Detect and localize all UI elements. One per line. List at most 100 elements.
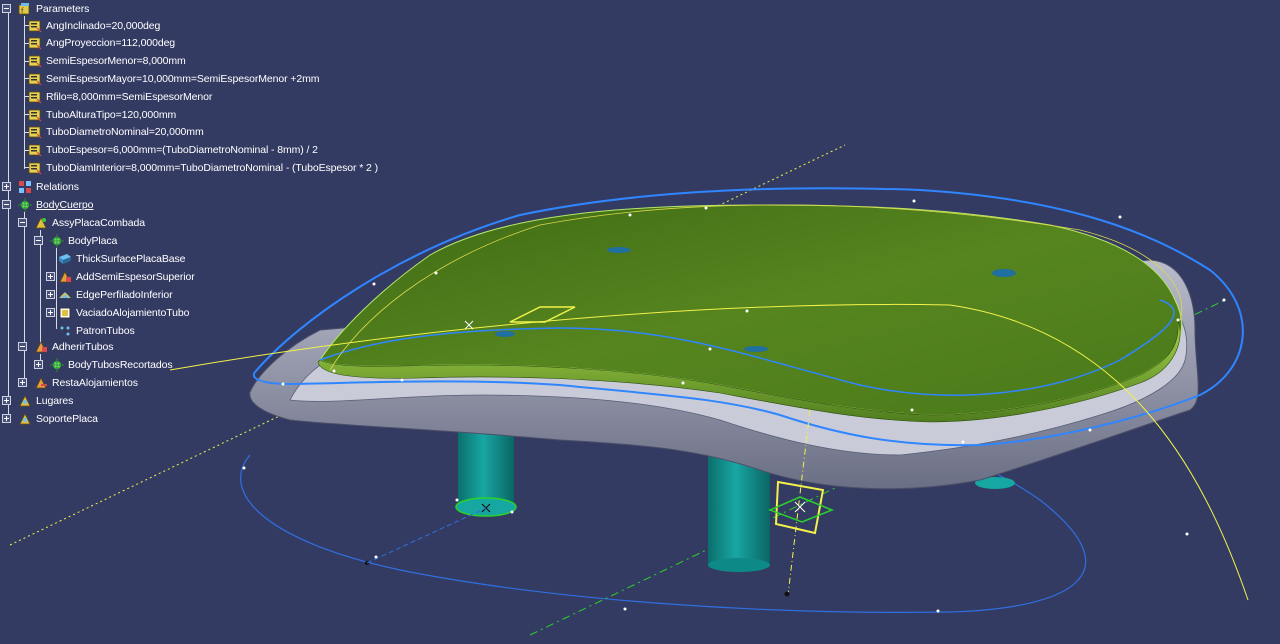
collapse-icon[interactable] (18, 218, 27, 227)
tree-label-assyplacacombada: AssyPlacaCombada (52, 216, 145, 229)
edge-fillet-icon (59, 291, 71, 298)
tree-node-soporte[interactable]: SoportePlaca (2, 410, 99, 427)
thick-surface-icon (59, 253, 71, 264)
expand-icon[interactable] (18, 378, 27, 387)
tree-label-parameter: TuboDiametroNominal=20,000mm (46, 126, 204, 139)
expand-icon[interactable] (2, 414, 11, 423)
tree-label-parameter: AngInclinado=20,000deg (46, 19, 161, 32)
tree-node-patron[interactable]: PatronTubos (58, 322, 136, 339)
tree-label-relations: Relations (36, 180, 79, 193)
tree-label-bodycuerpo: BodyCuerpo (36, 198, 94, 211)
tree-node-thicksurface[interactable]: ThickSurfacePlacaBase (58, 250, 186, 267)
add-icon (59, 270, 71, 282)
specification-tree: f Parameters Relations BodyCuerpo AssyPl… (0, 0, 420, 430)
hole-4[interactable] (495, 331, 515, 337)
tree-node-bodyplaca[interactable]: BodyPlaca (34, 232, 118, 249)
tree-node-parameter[interactable]: SemiEspesorMayor=10,000mm=SemiEspesorMen… (24, 70, 320, 87)
tree-node-parameter[interactable]: Rfilo=8,000mm=SemiEspesorMenor (24, 88, 213, 105)
expand-icon[interactable] (2, 182, 11, 191)
tree-label-parameter: TuboDiamInterior=8,000mm=TuboDiametroNom… (46, 161, 378, 174)
expand-icon[interactable] (46, 290, 55, 299)
tree-line-tick (24, 25, 29, 26)
geometrical-set-icon (19, 412, 31, 424)
tree-node-edgeperfilado[interactable]: EdgePerfiladoInferior (46, 286, 174, 303)
tree-label-addsemi: AddSemiEspesorSuperior (76, 270, 195, 283)
geometrical-set-icon (19, 394, 31, 406)
tree-label-parameter: Rfilo=8,000mm=SemiEspesorMenor (46, 90, 213, 103)
expand-icon[interactable] (34, 360, 43, 369)
expand-icon[interactable] (46, 308, 55, 317)
tree-line-tick (24, 60, 29, 62)
tree-line-tick (24, 42, 29, 44)
body-icon (50, 357, 64, 372)
tree-line-tick (24, 149, 29, 151)
tree-node-parameters[interactable]: f Parameters (2, 0, 90, 17)
parameter-icon (28, 91, 42, 104)
collapse-icon[interactable] (34, 236, 43, 245)
tree-label-soporte: SoportePlaca (36, 412, 98, 425)
tree-label-patron: PatronTubos (76, 324, 135, 337)
tree-line-tick (24, 96, 29, 98)
add-icon (35, 340, 47, 352)
tree-label-thicksurface: ThickSurfacePlacaBase (76, 252, 186, 265)
collapse-icon[interactable] (18, 342, 27, 351)
tree-node-parameter[interactable]: TuboEspesor=6,000mm=(TuboDiametroNominal… (24, 142, 319, 159)
tree-label-vaciado: VaciadoAlojamientoTubo (76, 306, 190, 319)
hole-3[interactable] (744, 346, 768, 352)
parameter-icon (28, 73, 42, 86)
tree-node-assyplacacombada[interactable]: AssyPlacaCombada (18, 214, 146, 231)
tree-node-vaciado[interactable]: VaciadoAlojamientoTubo (46, 304, 190, 321)
parameter-icon (28, 109, 42, 121)
tree-line-tick (24, 114, 29, 115)
pattern-icon (59, 325, 71, 336)
hole-2[interactable] (992, 269, 1016, 277)
axis-line-blue (366, 507, 487, 564)
collapse-icon[interactable] (2, 200, 11, 209)
parameter-icon (28, 162, 42, 175)
tree-node-relations[interactable]: Relations (2, 178, 80, 195)
tree-line-body (24, 212, 25, 383)
tree-node-resta[interactable]: RestaAlojamientos (18, 374, 139, 391)
tree-label-bodyplaca: BodyPlaca (68, 234, 118, 247)
tree-line-tick (24, 167, 29, 169)
expand-icon[interactable] (2, 396, 11, 405)
parameter-icon (28, 20, 42, 32)
tree-label-edgeperfilado: EdgePerfiladoInferior (76, 288, 173, 301)
tree-line-tick (24, 78, 29, 80)
tree-node-bodytubos[interactable]: BodyTubosRecortados (34, 356, 174, 373)
tree-label-lugares: Lugares (36, 394, 74, 407)
tree-node-parameter[interactable]: TuboDiametroNominal=20,000mm (24, 124, 205, 141)
tree-node-lugares[interactable]: Lugares (2, 392, 74, 409)
tree-label-resta: RestaAlojamientos (52, 376, 138, 389)
tree-line-tick (24, 131, 29, 133)
tree-label-bodytubos: BodyTubosRecortados (68, 358, 173, 371)
tree-node-parameter[interactable]: TuboDiamInterior=8,000mm=TuboDiametroNom… (24, 159, 379, 176)
tree-node-parameter[interactable]: SemiEspesorMenor=8,000mm (24, 53, 187, 70)
parameter-icon (28, 126, 42, 139)
expand-icon[interactable] (46, 272, 55, 281)
body-icon (50, 233, 64, 248)
tree-line-params (24, 16, 25, 169)
tree-node-adherir[interactable]: AdherirTubos (18, 338, 114, 355)
tree-label-parameter: TuboEspesor=6,000mm=(TuboDiametroNominal… (46, 144, 318, 157)
tree-node-parameter[interactable]: AngProyeccion=112,000deg (24, 35, 176, 52)
pocket-icon (59, 307, 71, 318)
parameter-icon (28, 55, 42, 68)
body-icon (18, 197, 32, 212)
tree-node-parameter[interactable]: TuboAlturaTipo=120,000mm (24, 106, 177, 123)
collapse-icon[interactable] (2, 4, 11, 13)
tree-label-parameter: SemiEspesorMenor=8,000mm (46, 55, 186, 68)
tree-label-parameter: TuboAlturaTipo=120,000mm (46, 108, 177, 121)
parameter-icon (28, 144, 42, 157)
tree-line-root (8, 8, 9, 418)
point-dot-1 (784, 591, 790, 597)
tree-node-addsemi[interactable]: AddSemiEspesorSuperior (46, 268, 196, 285)
relations-icon (19, 180, 31, 193)
assemble-icon (35, 216, 47, 228)
tree-label-parameters: Parameters (36, 2, 90, 15)
tree-node-parameter[interactable]: AngInclinado=20,000deg (24, 17, 161, 34)
remove-icon (35, 376, 47, 388)
tree-label-parameter: SemiEspesorMayor=10,000mm=SemiEspesorMen… (46, 72, 320, 85)
tree-node-bodycuerpo[interactable]: BodyCuerpo (2, 196, 94, 213)
hole-1[interactable] (607, 247, 631, 253)
